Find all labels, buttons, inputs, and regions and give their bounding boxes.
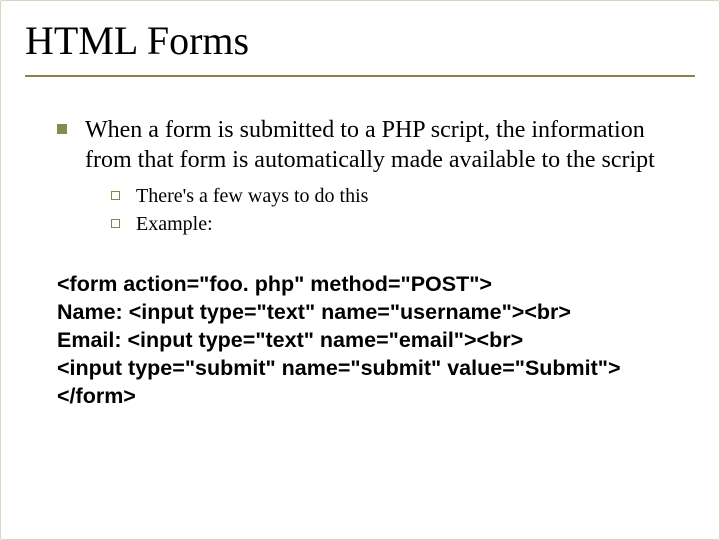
slide-body: When a form is submitted to a PHP script… [1,77,719,411]
code-line: <form action="foo. php" method="POST"> [57,271,679,299]
code-example: <form action="foo. php" method="POST"> N… [57,271,679,411]
bullet-text: When a form is submitted to a PHP script… [85,115,679,175]
code-line: Name: <input type="text" name="username"… [57,299,679,327]
sub-bullets: There's a few ways to do this Example: [111,183,679,237]
hollow-square-bullet-icon [111,191,120,200]
sub-bullet-text: Example: [136,211,213,237]
square-bullet-icon [57,124,67,134]
title-wrap: HTML Forms [1,1,719,69]
sub-bullet-text: There's a few ways to do this [136,183,368,209]
code-line: <input type="submit" name="submit" value… [57,355,679,383]
bullet-level1: When a form is submitted to a PHP script… [57,115,679,175]
slide-title: HTML Forms [25,19,719,69]
code-line: </form> [57,383,679,411]
bullet-level2: Example: [111,211,679,237]
code-line: Email: <input type="text" name="email"><… [57,327,679,355]
bullet-level2: There's a few ways to do this [111,183,679,209]
hollow-square-bullet-icon [111,219,120,228]
slide: HTML Forms When a form is submitted to a… [0,0,720,540]
